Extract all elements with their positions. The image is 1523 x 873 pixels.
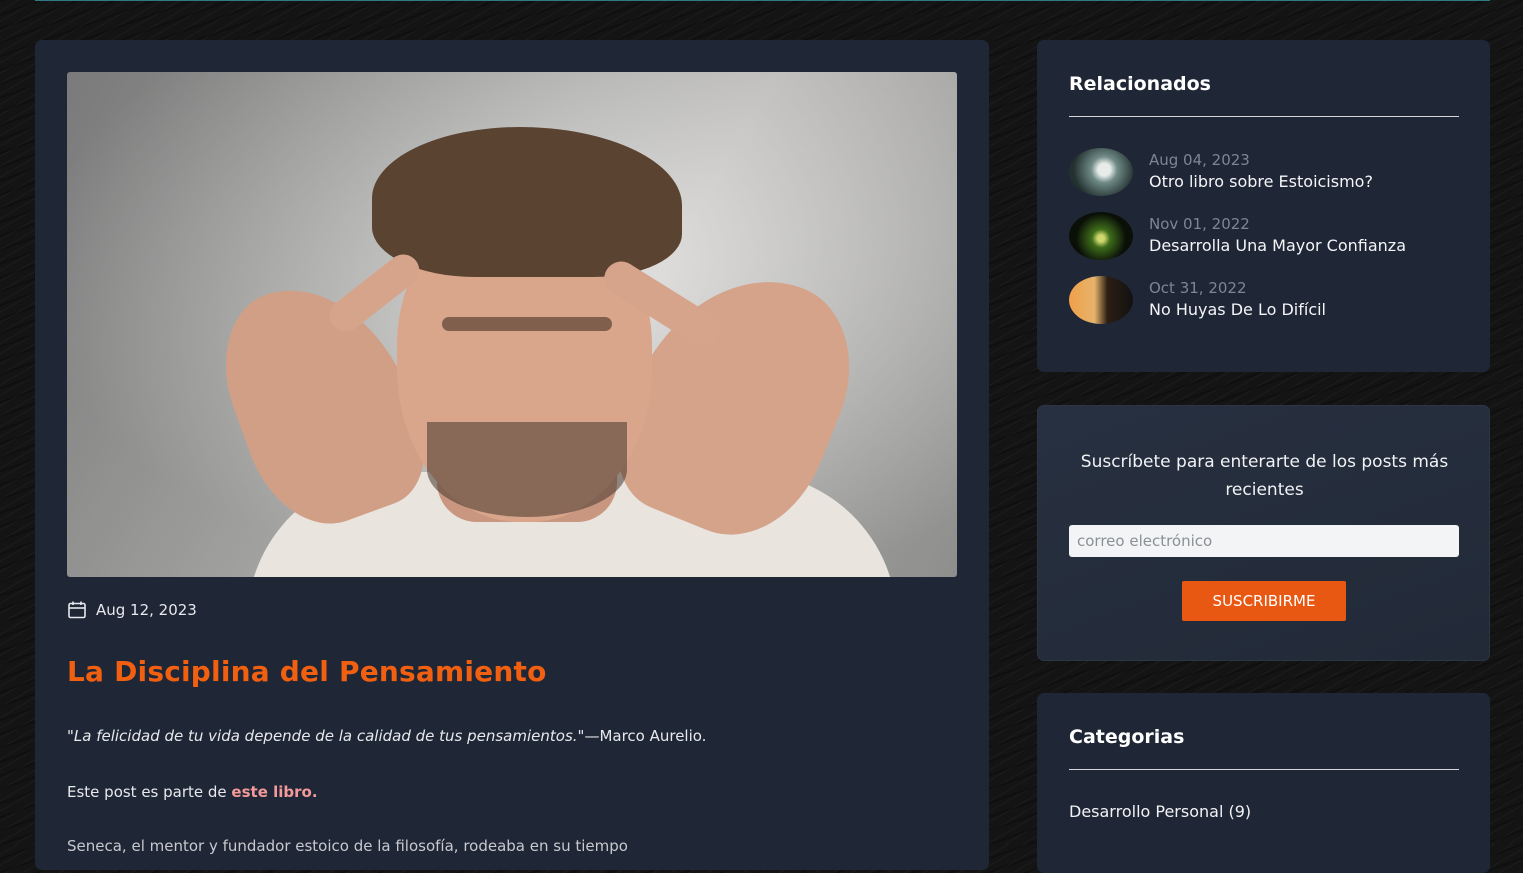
related-link[interactable]: Desarrolla Una Mayor Confianza bbox=[1149, 234, 1406, 258]
book-link[interactable]: este libro. bbox=[231, 783, 317, 801]
related-thumbnail[interactable] bbox=[1069, 148, 1133, 196]
category-link[interactable]: Desarrollo Personal (9) bbox=[1069, 802, 1251, 821]
related-thumbnail[interactable] bbox=[1069, 276, 1133, 324]
related-posts-widget: Relacionados Aug 04, 2023 Otro libro sob… bbox=[1037, 40, 1490, 372]
categories-widget: Categorias Desarrollo Personal (9) bbox=[1037, 693, 1490, 873]
related-link[interactable]: No Huyas De Lo Difícil bbox=[1149, 298, 1326, 322]
categories-title: Categorias bbox=[1069, 726, 1185, 748]
related-link[interactable]: Otro libro sobre Estoicismo? bbox=[1149, 170, 1373, 194]
subscribe-text: Suscríbete para enterarte de los posts m… bbox=[1080, 452, 1449, 500]
post-date-row: Aug 12, 2023 bbox=[67, 600, 197, 620]
related-item[interactable]: Aug 04, 2023 Otro libro sobre Estoicismo… bbox=[1069, 148, 1373, 196]
related-item[interactable]: Oct 31, 2022 No Huyas De Lo Difícil bbox=[1069, 276, 1326, 324]
part-of-prefix: Este post es parte de bbox=[67, 783, 232, 801]
calendar-icon bbox=[68, 601, 86, 619]
related-item[interactable]: Nov 01, 2022 Desarrolla Una Mayor Confia… bbox=[1069, 212, 1406, 260]
related-date: Nov 01, 2022 bbox=[1149, 215, 1250, 233]
subscribe-widget: Suscríbete para enterarte de los posts m… bbox=[1037, 405, 1490, 661]
post-quote: "La felicidad de tu vida depende de la c… bbox=[67, 727, 706, 745]
related-date: Aug 04, 2023 bbox=[1149, 151, 1250, 169]
top-divider bbox=[35, 0, 1490, 1]
quote-text: "La felicidad de tu vida depende de la c… bbox=[67, 727, 585, 745]
post-title: La Disciplina del Pensamiento bbox=[67, 655, 547, 688]
part-of-book-line: Este post es parte de este libro. bbox=[67, 783, 318, 801]
subscribe-button[interactable]: SUSCRIBIRME bbox=[1182, 581, 1346, 621]
categories-divider bbox=[1069, 769, 1459, 770]
related-date: Oct 31, 2022 bbox=[1149, 279, 1247, 297]
quote-author: —Marco Aurelio. bbox=[584, 727, 707, 745]
post-card: Aug 12, 2023 La Disciplina del Pensamien… bbox=[35, 40, 989, 870]
related-thumbnail[interactable] bbox=[1069, 212, 1133, 260]
related-title: Relacionados bbox=[1069, 73, 1211, 95]
email-field[interactable] bbox=[1069, 525, 1459, 557]
post-date: Aug 12, 2023 bbox=[96, 601, 197, 619]
post-hero-image bbox=[67, 72, 957, 577]
related-divider bbox=[1069, 116, 1459, 117]
post-paragraph: Seneca, el mentor y fundador estoico de … bbox=[67, 837, 628, 855]
